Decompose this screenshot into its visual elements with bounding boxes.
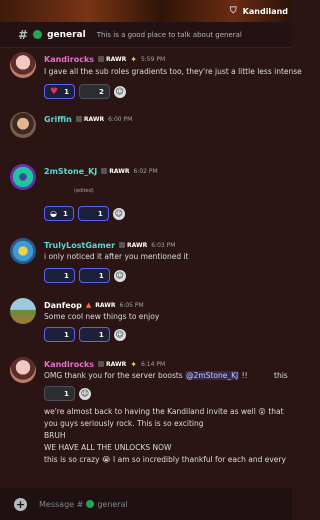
plus-icon[interactable]: + bbox=[14, 497, 27, 511]
emoji-icon bbox=[85, 331, 93, 339]
message-text: WE HAVE ALL THE UNLOCKS NOW bbox=[44, 443, 172, 452]
add-reaction-icon[interactable]: ☺ bbox=[113, 269, 126, 282]
custom-emoji-icon: ◒ bbox=[50, 209, 57, 218]
server-icon: ⛉ bbox=[229, 6, 237, 16]
channel-name[interactable]: general bbox=[47, 30, 86, 40]
user-mention[interactable]: @2mStone_KJ bbox=[185, 371, 240, 380]
message-input[interactable]: Message # general bbox=[39, 500, 128, 509]
reaction[interactable]: 1 bbox=[78, 268, 110, 283]
hashtag-icon: # bbox=[18, 27, 29, 42]
reaction[interactable]: 1 bbox=[77, 206, 109, 221]
timestamp: 5:59 PM bbox=[140, 55, 166, 63]
green-circle-emoji bbox=[33, 30, 43, 39]
message-text: I gave all the sub roles gradients too, … bbox=[44, 67, 302, 76]
timestamp: 6:02 PM bbox=[133, 167, 158, 175]
star-badge-icon: ✦ bbox=[130, 359, 137, 369]
reaction[interactable]: 2 bbox=[78, 84, 110, 99]
emoji-icon bbox=[50, 331, 58, 339]
reactions: 1 1 ☺ bbox=[44, 268, 126, 283]
timestamp: 6:05 PM bbox=[119, 301, 144, 309]
message-text: you guys seriously rock. This is so exci… bbox=[44, 419, 204, 428]
timestamp: 6:03 PM bbox=[151, 241, 176, 249]
fire-badge-icon: ▲ bbox=[85, 301, 92, 309]
emoji-icon bbox=[84, 210, 92, 218]
message-text: this is so crazy 😭 I am so incredibly th… bbox=[44, 455, 286, 464]
timestamp: 6:00 PM bbox=[108, 115, 133, 123]
reaction[interactable]: 1 bbox=[44, 386, 75, 401]
role-tag: RAWR bbox=[98, 361, 126, 368]
channel-header: # general This is a good place to talk a… bbox=[0, 22, 292, 48]
reactions: 1 1 ☺ bbox=[44, 327, 126, 342]
channel-topic[interactable]: This is a good place to talk about gener… bbox=[97, 31, 242, 39]
role-tag: RAWR bbox=[95, 301, 116, 309]
username[interactable]: 2mStone_KJ bbox=[44, 167, 97, 176]
avatar[interactable] bbox=[10, 112, 36, 138]
server-header[interactable]: ⛉ Kandiland bbox=[230, 2, 288, 20]
reactions: ◒ 1 1 ☺ bbox=[44, 206, 125, 221]
placeholder-channel: general bbox=[97, 499, 128, 509]
message-text: OMG thank you for the server boosts @2mS… bbox=[44, 371, 248, 380]
add-reaction-icon[interactable]: ☺ bbox=[113, 85, 126, 98]
role-tag: RAWR bbox=[101, 168, 130, 175]
add-reaction-icon[interactable]: ☺ bbox=[112, 207, 125, 220]
username[interactable]: Griffin bbox=[44, 115, 72, 124]
emoji-icon bbox=[50, 272, 58, 280]
username[interactable]: TrulyLostGamer bbox=[44, 241, 115, 250]
heart-icon: ♥ bbox=[50, 86, 59, 97]
reaction-heart[interactable]: ♥ 1 bbox=[44, 84, 75, 99]
reaction[interactable]: 1 bbox=[44, 327, 75, 342]
username[interactable]: Kandirocks bbox=[44, 360, 94, 369]
placeholder-prefix: Message # bbox=[39, 499, 84, 509]
reaction[interactable]: 1 bbox=[44, 268, 75, 283]
avatar[interactable] bbox=[10, 238, 36, 264]
message-text: we're almost back to having the Kandilan… bbox=[44, 407, 284, 416]
reactions: ♥ 1 2 ☺ bbox=[44, 84, 126, 99]
emoji-icon bbox=[50, 390, 58, 398]
timestamp: 6:14 PM bbox=[140, 360, 166, 368]
message-text: i only noticed it after you mentioned it bbox=[44, 252, 189, 261]
message-list[interactable]: Kandirocks RAWR ✦ 5:59 PM I gave all the… bbox=[0, 48, 302, 488]
avatar[interactable] bbox=[10, 52, 36, 78]
add-reaction-icon[interactable]: ☺ bbox=[113, 328, 126, 341]
reactions: 1 ☺ bbox=[44, 386, 91, 401]
message-text: Some cool new things to enjoy bbox=[44, 312, 160, 321]
message-text: this bbox=[274, 371, 288, 380]
green-circle-emoji bbox=[86, 500, 95, 508]
role-tag: RAWR bbox=[75, 116, 104, 123]
message-text: BRUH bbox=[44, 431, 66, 440]
message-composer: + Message # general bbox=[0, 488, 292, 520]
emoji-icon bbox=[85, 88, 93, 96]
username[interactable]: Danfeop bbox=[44, 301, 82, 310]
avatar[interactable] bbox=[10, 357, 36, 383]
server-name: Kandiland bbox=[242, 6, 288, 16]
username[interactable]: Kandirocks bbox=[44, 55, 94, 64]
edited-label: (edited) bbox=[74, 188, 94, 194]
role-tag: RAWR bbox=[119, 242, 147, 249]
avatar[interactable] bbox=[10, 164, 36, 190]
avatar[interactable] bbox=[10, 298, 36, 324]
star-badge-icon: ✦ bbox=[130, 54, 137, 64]
add-reaction-icon[interactable]: ☺ bbox=[78, 387, 91, 400]
role-tag: RAWR bbox=[98, 56, 126, 63]
reaction[interactable]: ◒ 1 bbox=[44, 206, 74, 221]
reaction[interactable]: 1 bbox=[78, 327, 110, 342]
emoji-icon bbox=[85, 272, 93, 280]
